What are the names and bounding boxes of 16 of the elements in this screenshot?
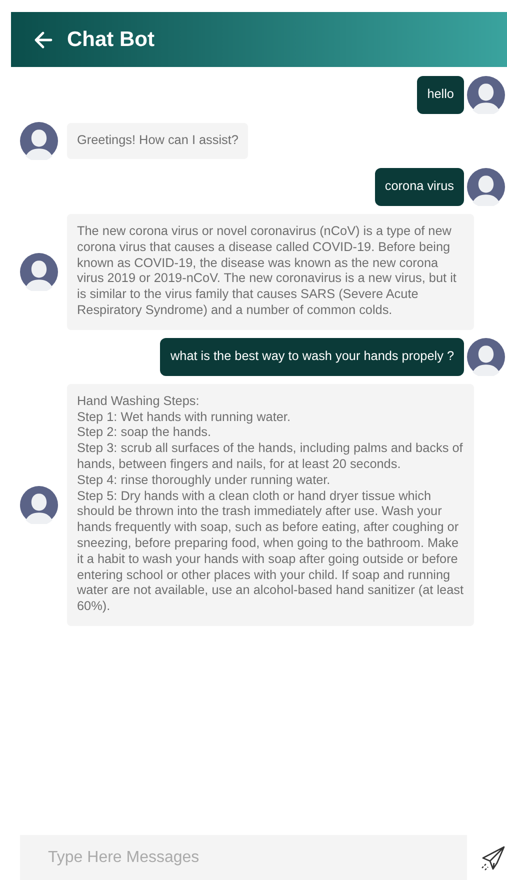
user-message: what is the best way to wash your hands propely ?: [160, 338, 464, 376]
bot-message: Hand Washing Steps: Step 1: Wet hands with running water. Step 2: soap the hands. Step 3: scrub all surfaces of the hands, including palms and backs of hands, between fingers and nails, for at least 20 seconds. Step 4: rinse thoroughly under running water. Step 5: Dry hands with a clean cloth or hand dryer tissue which should be thrown into the trash immediately after use. Wash your hands frequently with soap, such as before eating, after coughing or sneezing, before preparing food, when going to the bathroom. Make it a habit to wash your hands with soap after going outside or before entering school or other places with your child. If soap and running water are not available, use an alcohol-based hand sanitizer (at least 60%).: [67, 384, 474, 626]
user-message: hello: [417, 76, 464, 114]
user-message: corona virus: [374, 168, 464, 206]
screen-title: Chat Bot: [67, 28, 154, 52]
paper-plane-icon[interactable]: [479, 844, 507, 872]
avatar-icon: [20, 252, 58, 291]
avatar-icon: [467, 338, 505, 376]
avatar-icon: [467, 76, 505, 114]
bot-message: Greetings! How can I assist?: [67, 122, 248, 160]
bot-message: The new corona virus or novel coronavirus (nCoV) is a type of new corona virus that causes a disease called COVID-19. Before being known as COVID-19, the disease was known as the new corona virus 2019 or 2019-nCoV. The new coronavirus is a new virus, but it is similar to the virus family that causes SARS (Severe Acute Respiratory Syndrome) and a number of common colds.: [67, 214, 474, 330]
avatar-icon: [20, 486, 58, 524]
back-arrow-icon[interactable]: [33, 30, 53, 50]
avatar-icon: [20, 122, 58, 160]
avatar-icon: [467, 168, 505, 206]
message-input-field[interactable]: Type Here Messages: [20, 835, 467, 880]
